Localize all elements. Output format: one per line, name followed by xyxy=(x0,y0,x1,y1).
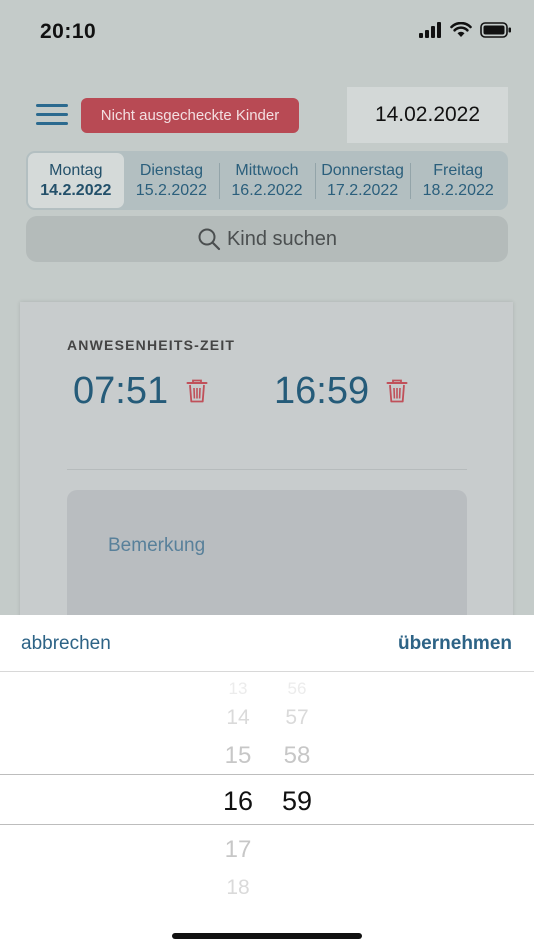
search-icon xyxy=(198,228,221,251)
hamburger-line xyxy=(36,122,68,125)
day-tab-dienstag[interactable]: Dienstag 15.2.2022 xyxy=(124,153,220,208)
day-name: Donnerstag xyxy=(321,162,404,179)
hamburger-line xyxy=(36,104,68,107)
minute-option-selected[interactable]: 59 xyxy=(267,786,327,817)
hour-option[interactable]: 14 xyxy=(208,706,268,730)
cellular-signal-icon xyxy=(419,22,441,38)
remark-textarea[interactable]: Bemerkung xyxy=(67,490,467,630)
date-selector[interactable]: 14.02.2022 xyxy=(347,87,508,143)
attendance-card: ANWESENHEITS-ZEIT 07:51 16:59 Bemerkung xyxy=(20,302,513,630)
day-name: Dienstag xyxy=(139,162,203,179)
minute-option[interactable]: 56 xyxy=(267,682,327,694)
time-picker-sheet: abbrechen übernehmen 13 14 15 16 17 18 5… xyxy=(0,615,534,950)
minute-option[interactable]: 58 xyxy=(267,742,327,770)
day-name: Montag xyxy=(49,162,103,179)
child-search-field[interactable]: Kind suchen xyxy=(26,216,508,262)
hamburger-line xyxy=(36,113,68,116)
selection-top-line xyxy=(0,774,534,775)
search-placeholder: Kind suchen xyxy=(226,227,338,250)
menu-button[interactable] xyxy=(36,104,68,128)
day-tab-donnerstag[interactable]: Donnerstag 17.2.2022 xyxy=(314,153,411,208)
cancel-button[interactable]: abbrechen xyxy=(21,633,111,655)
wifi-icon xyxy=(450,22,472,37)
day-tab-montag[interactable]: Montag 14.2.2022 xyxy=(28,153,124,208)
battery-icon xyxy=(480,22,511,38)
day-tab-freitag[interactable]: Freitag 18.2.2022 xyxy=(410,153,506,208)
remark-placeholder: Bemerkung xyxy=(108,535,206,556)
status-time: 20:10 xyxy=(40,20,97,43)
app-root: 20:10 Nicht ausgecheckte Kinder 14.02.20… xyxy=(0,0,534,950)
status-bar: 20:10 xyxy=(0,0,534,64)
hour-option[interactable]: 15 xyxy=(208,742,268,770)
hour-option[interactable]: 17 xyxy=(208,836,268,864)
day-tab-mittwoch[interactable]: Mittwoch 16.2.2022 xyxy=(219,153,315,208)
time-picker-wheel[interactable]: 13 14 15 16 17 18 56 57 58 59 xyxy=(0,672,534,950)
start-time-value[interactable]: 07:51 xyxy=(73,370,168,413)
minute-option[interactable]: 57 xyxy=(267,706,327,730)
day-date: 16.2.2022 xyxy=(231,182,303,199)
hour-option-selected[interactable]: 16 xyxy=(208,786,268,817)
week-day-selector: Montag 14.2.2022 Dienstag 15.2.2022 Mitt… xyxy=(26,151,508,210)
accept-button[interactable]: übernehmen xyxy=(398,633,512,655)
day-date: 15.2.2022 xyxy=(135,182,207,199)
day-date: 14.2.2022 xyxy=(40,182,112,199)
delete-start-time-icon[interactable] xyxy=(186,379,208,403)
hour-option[interactable]: 13 xyxy=(208,682,268,694)
day-date: 17.2.2022 xyxy=(326,182,399,199)
selection-bottom-line xyxy=(0,824,534,825)
unchecked-children-button[interactable]: Nicht ausgecheckte Kinder xyxy=(81,98,299,133)
picker-toolbar: abbrechen übernehmen xyxy=(0,615,534,672)
status-icons xyxy=(418,22,512,38)
hour-option[interactable]: 18 xyxy=(208,876,268,900)
attendance-label: ANWESENHEITS-ZEIT xyxy=(67,337,236,353)
day-date: 18.2.2022 xyxy=(422,182,494,199)
section-divider xyxy=(67,469,467,470)
end-time-value[interactable]: 16:59 xyxy=(274,370,369,413)
day-name: Freitag xyxy=(433,162,484,179)
home-indicator[interactable] xyxy=(172,933,362,939)
delete-end-time-icon[interactable] xyxy=(386,379,408,403)
day-name: Mittwoch xyxy=(235,162,299,179)
